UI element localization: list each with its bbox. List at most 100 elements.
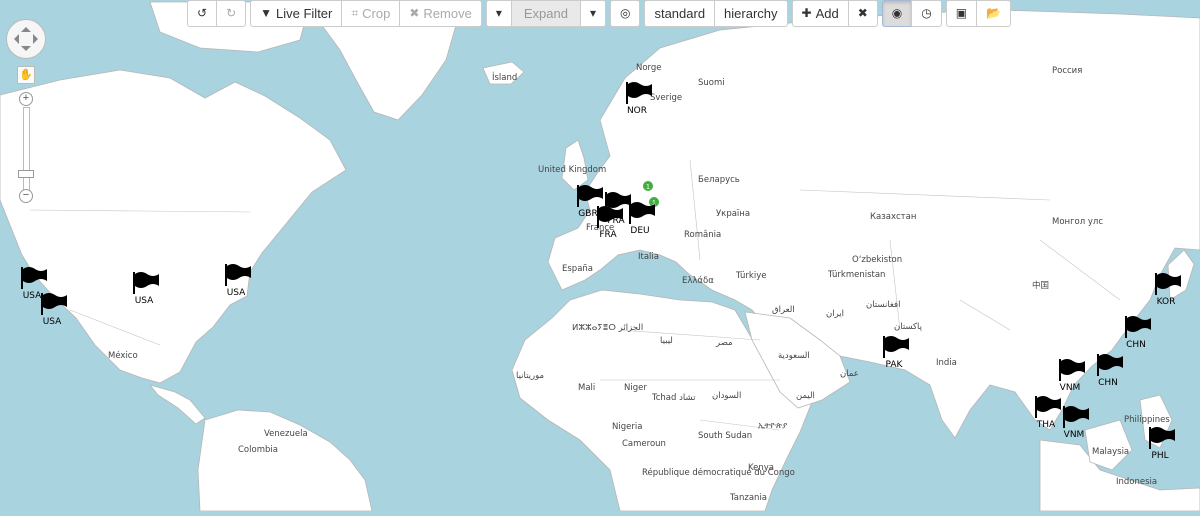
marker-label: USA	[227, 288, 246, 298]
save-icon: ▣	[955, 6, 968, 20]
clear-button[interactable]: ✖	[847, 0, 878, 27]
map-label: Philippines	[1124, 415, 1170, 425]
map-label: السودان	[712, 391, 741, 401]
redo-button[interactable]: ↻	[216, 0, 247, 27]
crop-button[interactable]: ⌗ Crop	[341, 0, 401, 27]
marker-label: USA	[135, 296, 154, 306]
map-label: مصر	[715, 338, 733, 348]
expand-button[interactable]: Expand	[510, 0, 581, 27]
marker-label: THA	[1036, 420, 1056, 430]
pan-up-icon[interactable]	[21, 22, 31, 32]
map-label: Venezuela	[264, 429, 308, 439]
map-label: Türkmenistan	[827, 270, 885, 280]
map-canvas[interactable]: Ísland Norge Sverige Suomi Россия United…	[0, 0, 1200, 512]
map-label: O‘zbekiston	[852, 255, 902, 265]
map-label: العراق	[772, 305, 795, 315]
map-label: پاکستان	[894, 322, 923, 332]
save-button[interactable]: ▣	[945, 0, 978, 27]
map-label: Sverige	[650, 93, 682, 103]
map-label: Suomi	[698, 78, 725, 88]
pan-left-icon[interactable]	[9, 34, 19, 44]
live-filter-label: Live Filter	[276, 6, 333, 21]
expand-label: Expand	[523, 6, 568, 21]
hierarchy-layout-button[interactable]: hierarchy	[714, 0, 788, 27]
map-label: Казахстан	[870, 212, 916, 222]
chevron-down-icon: ▾	[495, 6, 502, 20]
map-label: ليبيا	[660, 336, 673, 346]
map-label: Ísland	[492, 71, 517, 83]
zoom-slider-handle[interactable]	[18, 170, 34, 178]
map-label: عمان	[840, 369, 859, 379]
map-label: México	[108, 350, 138, 361]
map-label: Norge	[636, 63, 662, 73]
marker-label: CHN	[1126, 340, 1146, 350]
globe-icon: ◉	[891, 6, 903, 20]
standard-label: standard	[654, 6, 706, 21]
world-map[interactable]: Ísland Norge Sverige Suomi Россия United…	[0, 0, 1200, 512]
marker-label: PHL	[1151, 451, 1168, 461]
open-button[interactable]: 📂	[976, 0, 1012, 27]
map-label: ایران	[826, 309, 844, 319]
map-label: Cameroun	[622, 439, 666, 449]
map-label: España	[562, 264, 593, 274]
map-label: Монгол улс	[1052, 217, 1103, 227]
hand-icon[interactable]: ✋	[17, 66, 35, 84]
map-label: Tchad تشاد	[651, 393, 696, 403]
zoom-out-icon[interactable]: −	[19, 189, 33, 203]
map-label: Nigeria	[612, 422, 642, 432]
redo-icon: ↻	[226, 6, 237, 20]
marker-label: FRA	[599, 230, 617, 240]
marker-label: KOR	[1157, 297, 1176, 307]
remove-button[interactable]: ✖ Remove	[399, 0, 482, 27]
marker-label: VNM	[1060, 383, 1081, 393]
pan-down-icon[interactable]	[21, 46, 31, 56]
marker-label: USA	[43, 317, 62, 327]
zoom-slider-track[interactable]	[23, 107, 30, 193]
pan-right-icon[interactable]	[33, 34, 43, 44]
pan-control[interactable]	[6, 19, 46, 59]
add-button[interactable]: ✚ Add	[791, 0, 849, 27]
map-label: République démocratique du Congo	[642, 467, 795, 478]
map-label: ⵍⵣⵣⴰⵢⴻⵔ الجزائر	[572, 323, 643, 333]
lightbulb-icon: ◎	[619, 6, 631, 20]
expand-dropdown-left[interactable]: ▾	[485, 0, 512, 27]
map-label: Colombia	[238, 445, 278, 455]
undo-icon: ↺	[197, 6, 208, 20]
live-filter-button[interactable]: ▼ Live Filter	[250, 0, 343, 27]
undo-button[interactable]: ↺	[187, 0, 218, 27]
lightbulb-button[interactable]: ◎	[609, 0, 641, 27]
map-label: United Kingdom	[538, 165, 606, 175]
timeline-button[interactable]: ◷	[911, 0, 942, 27]
expand-dropdown-right[interactable]: ▾	[579, 0, 606, 27]
close-icon: ✖	[857, 6, 868, 20]
map-label: موريتانيا	[516, 371, 544, 381]
map-label: Россия	[1052, 66, 1082, 76]
map-label: Italia	[638, 252, 659, 262]
map-label: 中国	[1032, 280, 1049, 291]
marker-label: NOR	[627, 106, 647, 116]
clock-icon: ◷	[921, 6, 932, 20]
zoom-in-icon[interactable]: +	[19, 92, 33, 106]
map-label: Malaysia	[1092, 447, 1129, 457]
marker-label: PAK	[886, 360, 904, 370]
standard-layout-button[interactable]: standard	[644, 0, 716, 27]
marker-label: USA	[23, 291, 42, 301]
folder-open-icon: 📂	[986, 6, 1002, 20]
map-label: السعودية	[778, 351, 810, 361]
add-label: Add	[815, 6, 839, 21]
marker-label: GBR	[578, 209, 597, 219]
map-view-button[interactable]: ◉	[881, 0, 913, 27]
crop-icon: ⌗	[351, 6, 359, 20]
plus-icon: ✚	[801, 6, 812, 20]
filter-icon: ▼	[260, 6, 273, 20]
remove-icon: ✖	[409, 6, 420, 20]
map-label: Ελλάδα	[682, 276, 714, 286]
hierarchy-label: hierarchy	[724, 6, 778, 21]
cluster-count: 1	[646, 184, 650, 191]
map-label: Tanzania	[729, 493, 767, 503]
map-label: Беларусь	[698, 175, 740, 185]
marker-label: CHN	[1098, 378, 1118, 388]
map-label: اليمن	[796, 391, 815, 401]
map-label: South Sudan	[698, 431, 752, 441]
map-label: Україна	[716, 209, 750, 219]
